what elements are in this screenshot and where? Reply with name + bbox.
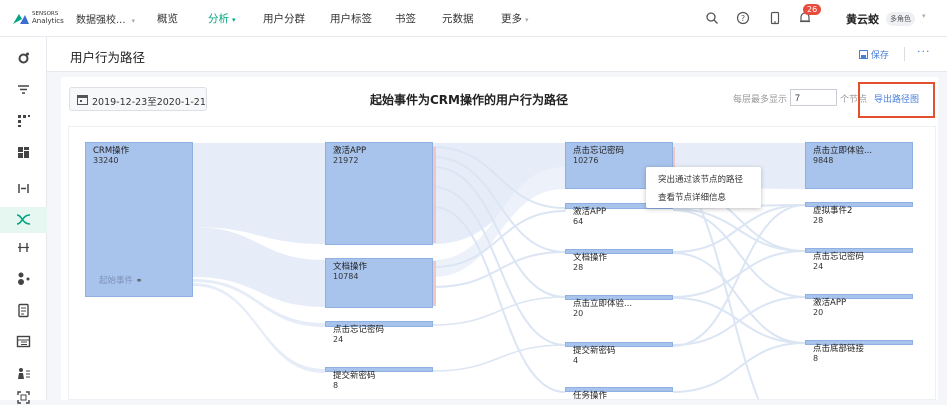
node-value: 28 [813, 216, 824, 225]
sidebar-settings-icon[interactable] [16, 51, 31, 66]
logo-mark-icon [13, 14, 29, 24]
node-value: 10276 [573, 156, 599, 165]
sidebar-report-icon[interactable] [16, 303, 31, 318]
chevron-down-icon: ▾ [131, 17, 136, 25]
chevron-down-icon: ▾ [232, 16, 236, 24]
node-value: 20 [573, 309, 584, 318]
calendar-icon [77, 95, 88, 105]
sensors-analytics-logo[interactable]: SENSORS Analytics [12, 8, 64, 28]
node-name: 点击底部链接 [813, 344, 865, 354]
per-layer-label: 每层最多显示 [733, 95, 788, 105]
project-selector[interactable]: 数据强校... ▾ [76, 11, 135, 26]
project-name: 数据强校... [76, 15, 126, 26]
logo-line-2: Analytics [32, 17, 64, 25]
sidebar-user-path-icon[interactable] [16, 212, 31, 227]
sidebar-attribution-icon[interactable] [16, 271, 31, 286]
save-button[interactable]: 保存 [859, 48, 889, 61]
svg-text:?: ? [741, 14, 745, 23]
more-options-button[interactable]: ··· [917, 45, 931, 58]
chevron-down-icon[interactable]: ▾ [922, 12, 926, 20]
nav-more[interactable]: 更多 ▾ [501, 11, 529, 26]
node-name: 激活APP [573, 207, 607, 217]
node-name: 文档操作 [573, 253, 608, 263]
node-value: 24 [333, 335, 344, 344]
node-name: 点击立即体验... [813, 146, 873, 156]
export-highlight-box [858, 82, 935, 118]
menu-item-highlight-path[interactable]: 突出通过该节点的路径 [658, 173, 743, 185]
node-name: 激活APP [333, 146, 367, 156]
dropoff-marker [433, 261, 436, 306]
link-icon: ⚭ [135, 276, 143, 285]
node-name: 点击忘记密码 [813, 252, 865, 262]
node-value: 8 [333, 381, 339, 390]
node-name: 虚拟事件2 [813, 206, 853, 216]
node-name: 点击立即体验... [573, 299, 633, 309]
sidebar [0, 37, 47, 404]
nav-user-segments[interactable]: 用户分群 [263, 11, 305, 26]
nav-user-tags[interactable]: 用户标签 [330, 11, 372, 26]
help-icon[interactable]: ? [736, 11, 750, 25]
sidebar-user-list-icon[interactable] [16, 366, 31, 381]
node-name: 任务操作 [573, 391, 608, 400]
date-range-value: 2019-12-23至2020-1-21 [92, 97, 206, 108]
node-value: 24 [813, 262, 824, 271]
node-context-menu: 突出通过该节点的路径 查看节点详细信息 [646, 167, 761, 208]
start-event-label: 起始事件 ⚭ [99, 276, 143, 286]
date-range-picker[interactable]: 2019-12-23至2020-1-21 [69, 87, 207, 111]
node-value: 9848 [813, 156, 834, 165]
sidebar-dashboard-icon[interactable] [16, 145, 31, 160]
mobile-icon[interactable] [768, 11, 782, 25]
node-name: 提交新密码 [333, 371, 376, 381]
node-value: 20 [813, 308, 824, 317]
header-divider [904, 47, 905, 61]
chevron-down-icon: ▾ [525, 16, 529, 24]
sankey-chart: CRM操作 33240 起始事件 ⚭ 激活APP 21972 文档操作 1078… [68, 126, 936, 400]
path-analysis-panel: 2019-12-23至2020-1-21 起始事件为CRM操作的用户行为路径 每… [61, 77, 938, 400]
page-title: 用户行为路径 [70, 50, 146, 65]
node-value: 21972 [333, 156, 359, 165]
page-header: 用户行为路径 保存 ··· [47, 37, 947, 72]
sidebar-funnel-icon[interactable] [16, 181, 31, 196]
menu-item-node-details[interactable]: 查看节点详细信息 [658, 191, 726, 203]
nav-metadata[interactable]: 元数据 [442, 11, 474, 26]
chart-title: 起始事件为CRM操作的用户行为路径 [370, 93, 568, 107]
user-name[interactable]: 黄云蛟 [846, 11, 879, 27]
nav-overview[interactable]: 概览 [157, 11, 178, 26]
save-label: 保存 [870, 51, 889, 61]
save-icon [859, 50, 868, 59]
node-name: 文档操作 [333, 262, 368, 272]
search-icon[interactable] [705, 11, 719, 25]
top-bar: SENSORS Analytics 数据强校... ▾ 概览 分析 ▾ 用户分群 用… [0, 0, 947, 37]
nav-analysis[interactable]: 分析 ▾ [208, 11, 236, 26]
node-value: 10784 [333, 272, 359, 281]
node-value: 33240 [93, 156, 119, 165]
dropoff-marker [433, 147, 436, 243]
node-name: 点击忘记密码 [333, 325, 385, 335]
notification-badge: 26 [803, 4, 822, 15]
node-name: 点击忘记密码 [573, 146, 625, 156]
sidebar-dots-grid-icon[interactable] [16, 113, 31, 128]
node-value: 64 [573, 217, 584, 226]
node-value: 4 [573, 356, 579, 365]
node-name: 激活APP [813, 298, 847, 308]
sidebar-distribution-icon[interactable] [16, 240, 31, 255]
role-badge[interactable]: 多角色 [886, 12, 915, 26]
sidebar-fullscreen-icon[interactable] [16, 390, 31, 405]
nav-bookmarks[interactable]: 书签 [395, 11, 416, 26]
node-name: CRM操作 [93, 146, 130, 156]
per-layer-input[interactable] [790, 89, 837, 106]
sidebar-filter-icon[interactable] [16, 82, 31, 97]
node-value: 8 [813, 354, 819, 363]
sidebar-table-icon[interactable] [16, 334, 31, 349]
node-name: 提交新密码 [573, 346, 616, 356]
node-value: 28 [573, 263, 584, 272]
